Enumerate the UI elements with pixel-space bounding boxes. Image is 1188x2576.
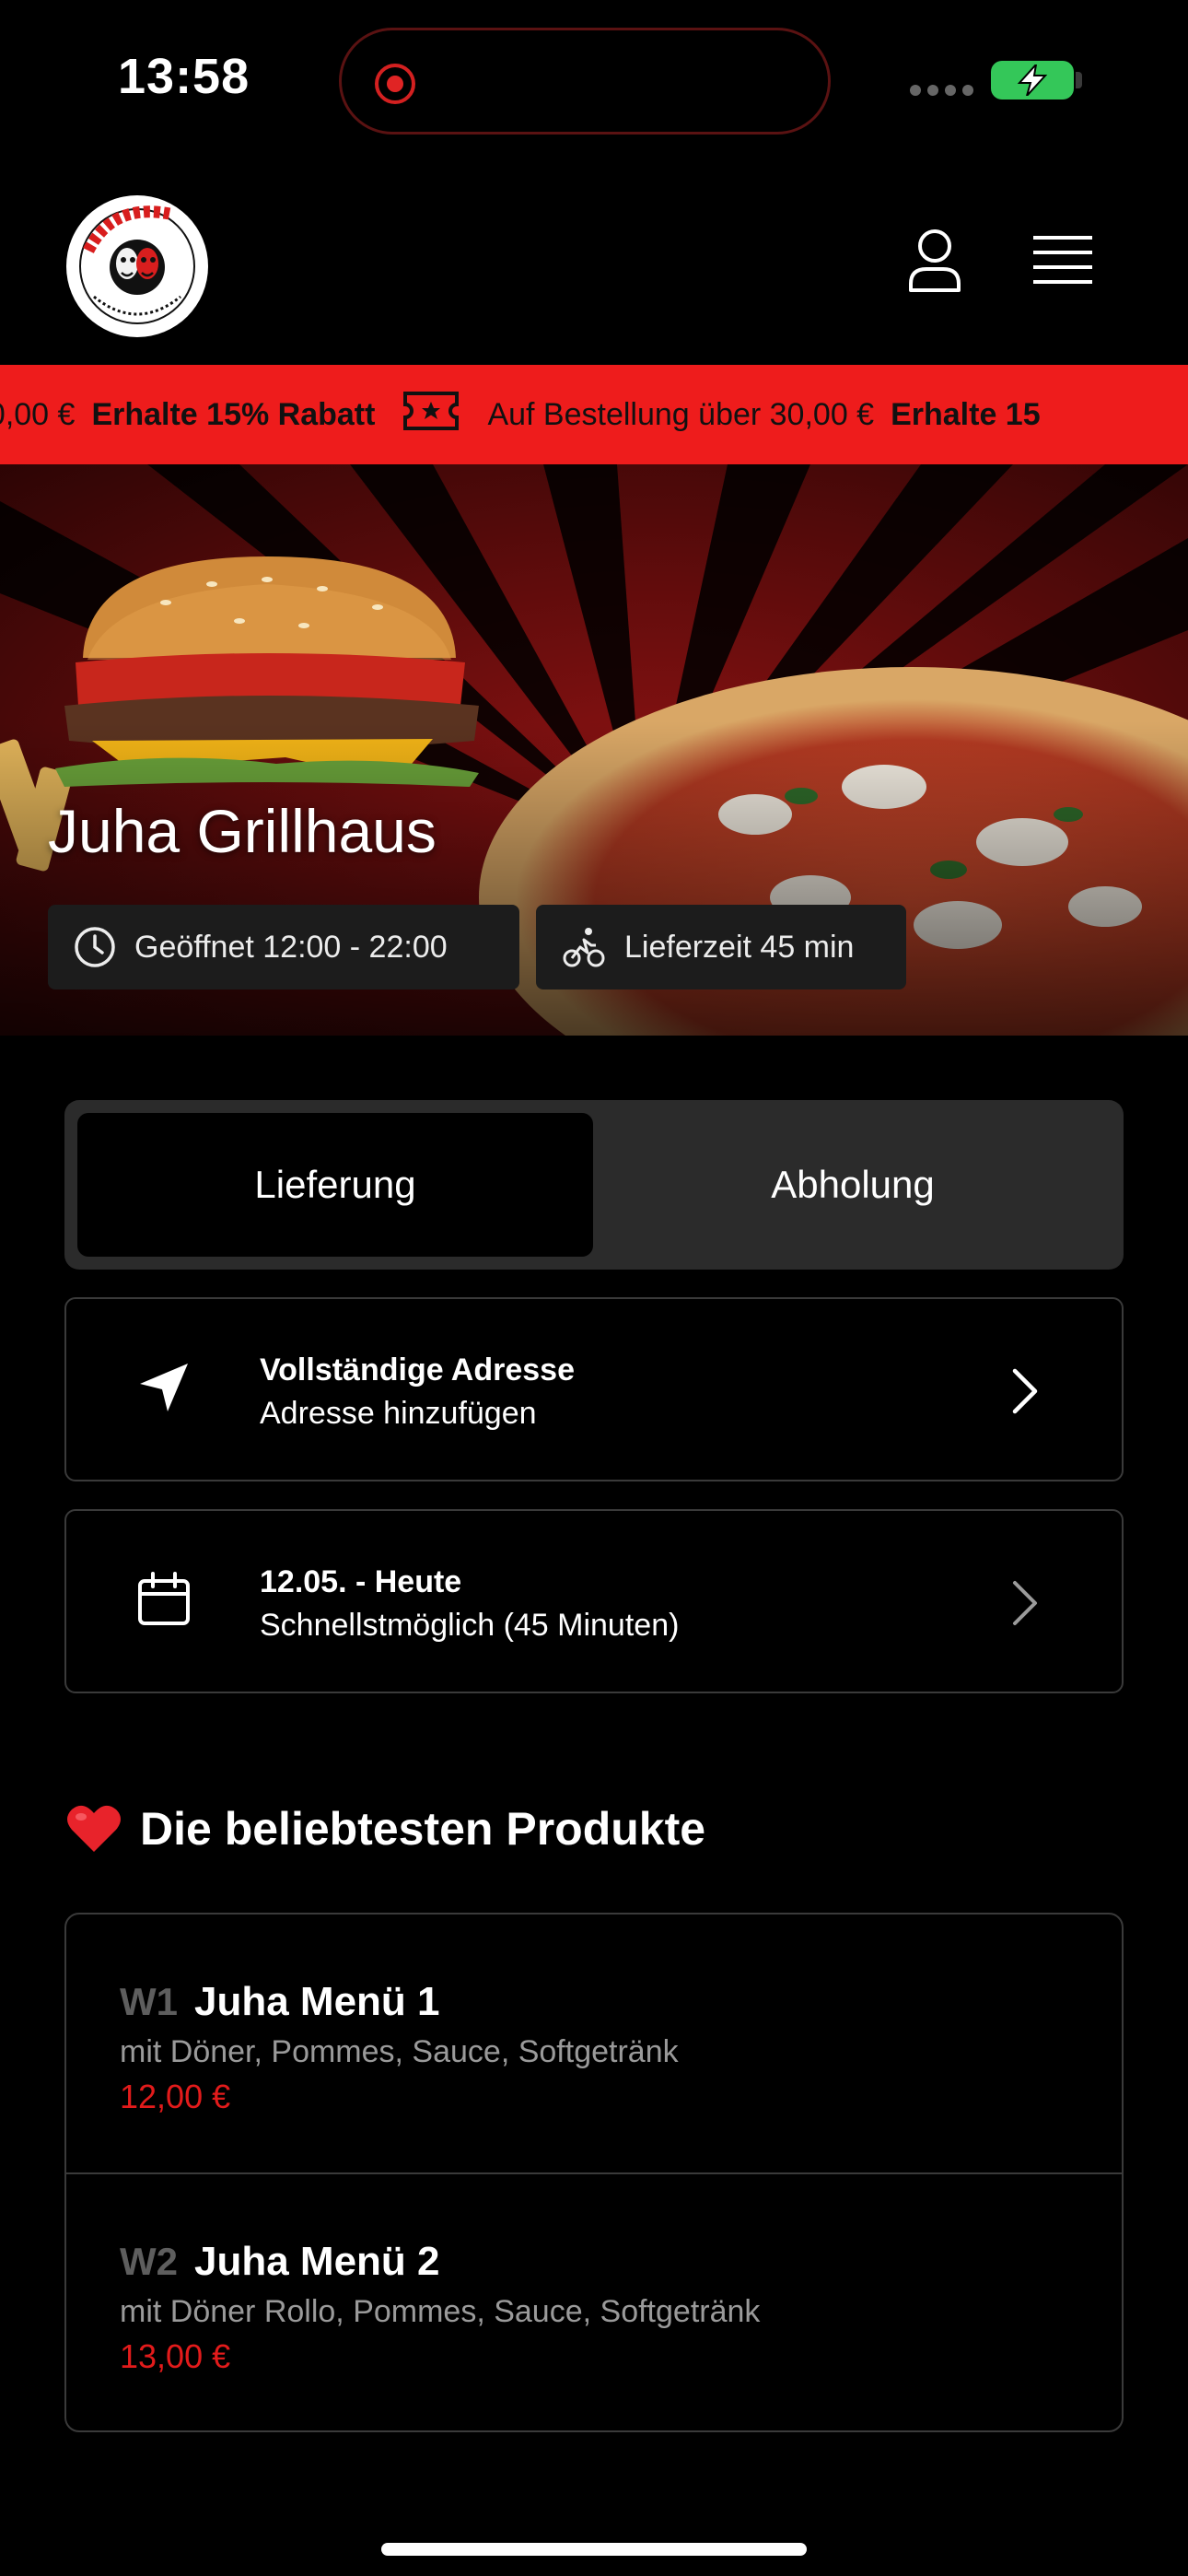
promo-offer: Erhalte 15% Rabatt [91,396,376,432]
popular-products-list: W1 Juha Menü 1 mit Döner, Pommes, Sauce,… [64,1913,1124,2432]
promo-ticker: 30,00 € Erhalte 15% Rabatt Auf Bestellung… [0,365,1188,464]
product-code: W1 [120,1980,178,2023]
product-description: mit Döner Rollo, Pommes, Sauce, Softgetr… [120,2294,761,2329]
clock-icon [75,927,115,967]
promo-offer-repeat: Erhalte 15 [891,396,1041,432]
pickup-tab[interactable]: Abholung [595,1113,1111,1257]
restaurant-logo[interactable] [66,195,208,337]
order-mode-toggle: Lieferung Abholung [64,1100,1124,1270]
opening-hours-text: Geöffnet 12:00 - 22:00 [134,929,448,965]
battery-charging-icon [991,61,1074,100]
ticket-icon [402,391,460,439]
promo-condition: Auf Bestellung über 30,00 € [487,396,875,432]
product-name: Juha Menü 1 [194,1979,440,2024]
recording-indicator-icon [375,64,415,104]
address-card[interactable]: Vollständige Adresse Adresse hinzufügen [64,1297,1124,1481]
delivery-time-text: Lieferzeit 45 min [624,929,855,965]
delivery-date-card[interactable]: 12.05. - Heute Schnellstmöglich (45 Minu… [64,1509,1124,1693]
product-price: 12,00 € [120,2078,231,2115]
chevron-right-icon [1011,1579,1039,1632]
status-time: 13:58 [118,49,250,104]
popular-products-title: Die beliebtesten Produkte [140,1803,706,1855]
home-indicator[interactable] [381,2543,807,2556]
delivery-time-badge: Lieferzeit 45 min [536,905,906,989]
address-subtitle: Adresse hinzufügen [260,1396,537,1431]
hamburger-menu-icon[interactable] [1033,236,1092,288]
hero-banner: Juha Grillhaus Geöffnet 12:00 - 22:00 Li… [0,464,1188,1036]
address-title: Vollständige Adresse [260,1352,575,1388]
delivery-tab[interactable]: Lieferung [77,1113,593,1257]
popular-products-heading: Die beliebtesten Produkte [66,1802,705,1856]
bicycle-courier-icon [563,928,605,967]
promo-threshold: 30,00 € [0,396,76,432]
dynamic-island [339,28,831,135]
cellular-signal-icon [910,85,973,96]
battery-cap [1076,72,1082,88]
product-name: Juha Menü 2 [194,2239,440,2284]
chevron-right-icon [1011,1367,1039,1420]
product-description: mit Döner, Pommes, Sauce, Softgetränk [120,2034,679,2069]
location-arrow-icon [136,1360,192,1420]
restaurant-name: Juha Grillhaus [48,797,437,865]
heart-icon [67,1805,121,1852]
calendar-icon [136,1572,192,1632]
product-item[interactable]: W2 Juha Menü 2 mit Döner Rollo, Pommes, … [66,2174,1122,2430]
delivery-date-title: 12.05. - Heute [260,1564,462,1599]
opening-hours-badge: Geöffnet 12:00 - 22:00 [48,905,519,989]
product-code: W2 [120,2240,178,2283]
delivery-date-subtitle: Schnellstmöglich (45 Minuten) [260,1608,680,1643]
product-price: 13,00 € [120,2337,231,2375]
product-item[interactable]: W1 Juha Menü 1 mit Döner, Pommes, Sauce,… [66,1914,1122,2174]
user-account-icon[interactable] [908,228,961,298]
